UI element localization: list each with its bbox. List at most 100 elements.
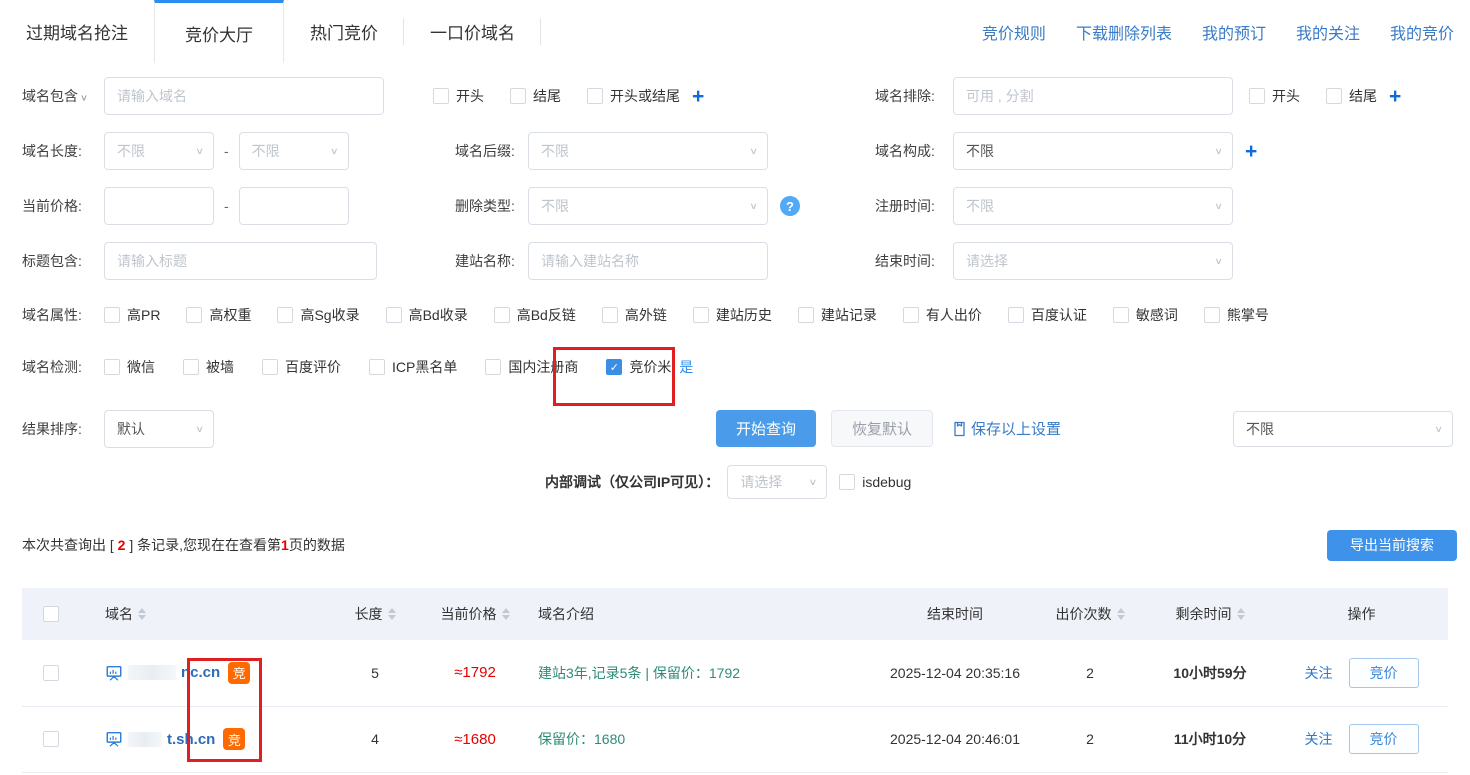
checkbox-contains-start[interactable]: 开头 [433, 86, 484, 106]
select-all-checkbox[interactable] [43, 606, 59, 622]
checkbox[interactable] [485, 359, 501, 375]
checkbox-checked[interactable]: ✓ [606, 359, 622, 375]
delete-type-select[interactable]: 不限∨ [528, 187, 768, 225]
bid-button[interactable]: 竞价 [1349, 658, 1419, 688]
sort-icon[interactable] [1237, 608, 1245, 620]
checkbox[interactable] [186, 307, 202, 323]
checkbox[interactable] [1249, 88, 1265, 104]
checkbox[interactable] [839, 474, 855, 490]
plus-icon[interactable]: + [1389, 86, 1401, 107]
debug-select[interactable]: 请选择∨ [727, 465, 827, 499]
checkbox-attr-site-history[interactable]: 建站历史 [693, 305, 772, 325]
checkbox-exclude-end[interactable]: 结尾 [1326, 86, 1377, 106]
end-time-select[interactable]: 请选择∨ [953, 242, 1233, 280]
length-to-select[interactable]: 不限∨ [239, 132, 349, 170]
checkbox-attr-site-record[interactable]: 建站记录 [798, 305, 877, 325]
price-min-input[interactable] [104, 187, 214, 225]
checkbox-detect-jingjiami[interactable]: ✓ 竞价米: 是 [606, 357, 693, 377]
checkbox-attr-high-weight[interactable]: 高权重 [186, 305, 251, 325]
follow-link[interactable]: 关注 [1305, 663, 1333, 683]
domain-contains-label[interactable]: 域名包含∨ [22, 86, 104, 106]
table-row: nc.cn 竞 5 ≈1792 建站3年,记录5条 | 保留价：1792 202… [22, 640, 1448, 706]
title-contains-input[interactable] [104, 242, 377, 280]
row-checkbox[interactable] [43, 731, 59, 747]
checkbox[interactable] [104, 307, 120, 323]
checkbox[interactable] [386, 307, 402, 323]
delete-type-label: 删除类型: [455, 196, 528, 216]
sort-icon[interactable] [1117, 608, 1125, 620]
link-my-follows[interactable]: 我的关注 [1296, 20, 1360, 44]
checkbox[interactable] [262, 359, 278, 375]
domain-compose-select[interactable]: 不限∨ [953, 132, 1233, 170]
checkbox-attr-baidu-verified[interactable]: 百度认证 [1008, 305, 1087, 325]
save-settings-link[interactable]: 保存以上设置 [952, 418, 1061, 439]
checkbox[interactable] [1113, 307, 1129, 323]
checkbox-detect-blocked[interactable]: 被墙 [183, 357, 234, 377]
domain-link[interactable]: nc.cn [181, 664, 220, 681]
domain-suffix-select[interactable]: 不限∨ [528, 132, 768, 170]
checkbox-attr-high-bd[interactable]: 高Bd收录 [386, 305, 468, 325]
checkbox[interactable] [798, 307, 814, 323]
tab-auction-hall[interactable]: 竞价大厅 [154, 0, 284, 63]
checkbox[interactable] [104, 359, 120, 375]
checkbox[interactable] [183, 359, 199, 375]
checkbox[interactable] [510, 88, 526, 104]
plus-icon[interactable]: + [692, 86, 704, 107]
checkbox-attr-high-extlink[interactable]: 高外链 [602, 305, 667, 325]
tab-hot-auction[interactable]: 热门竞价 [284, 0, 404, 63]
checkbox-attr-high-sg[interactable]: 高Sg收录 [277, 305, 359, 325]
help-icon[interactable]: ? [780, 196, 800, 216]
link-my-reservations[interactable]: 我的预订 [1202, 20, 1266, 44]
bid-button[interactable]: 竞价 [1349, 724, 1419, 754]
price-max-input[interactable] [239, 187, 349, 225]
checkbox[interactable] [1008, 307, 1024, 323]
checkbox[interactable] [369, 359, 385, 375]
checkbox-contains-end[interactable]: 结尾 [510, 86, 561, 106]
domain-length: 5 [330, 640, 420, 706]
domain-link[interactable]: t.sh.cn [167, 731, 215, 748]
link-my-bids[interactable]: 我的竞价 [1390, 20, 1454, 44]
checkbox-attr-high-bd-backlink[interactable]: 高Bd反链 [494, 305, 576, 325]
domain-exclude-input[interactable] [953, 77, 1233, 115]
reset-default-button[interactable]: 恢复默认 [831, 410, 933, 447]
length-from-select[interactable]: 不限∨ [104, 132, 214, 170]
checkbox-detect-cn-registrar[interactable]: 国内注册商 [485, 357, 578, 377]
checkbox[interactable] [587, 88, 603, 104]
checkbox-detect-icp-blacklist[interactable]: ICP黑名单 [369, 357, 457, 377]
sort-icon[interactable] [388, 608, 396, 620]
link-auction-rules[interactable]: 竞价规则 [982, 20, 1046, 44]
checkbox-attr-has-bid[interactable]: 有人出价 [903, 305, 982, 325]
follow-link[interactable]: 关注 [1305, 729, 1333, 749]
register-time-select[interactable]: 不限∨ [953, 187, 1233, 225]
right-filter-select[interactable]: 不限∨ [1233, 411, 1453, 447]
checkbox[interactable] [602, 307, 618, 323]
domain-contains-input[interactable] [104, 77, 384, 115]
result-sort-select[interactable]: 默认∨ [104, 410, 214, 448]
checkbox-contains-both[interactable]: 开头或结尾 [587, 86, 680, 106]
row-checkbox[interactable] [43, 665, 59, 681]
checkbox-detect-baidu-review[interactable]: 百度评价 [262, 357, 341, 377]
export-search-button[interactable]: 导出当前搜索 [1327, 530, 1457, 561]
link-download-delete-list[interactable]: 下载删除列表 [1076, 20, 1172, 44]
tab-fixed-price[interactable]: 一口价域名 [404, 0, 541, 63]
checkbox[interactable] [494, 307, 510, 323]
checkbox[interactable] [1326, 88, 1342, 104]
sort-icon[interactable] [502, 608, 510, 620]
checkbox-isdebug[interactable]: isdebug [839, 474, 911, 490]
checkbox[interactable] [1204, 307, 1220, 323]
register-time-label: 注册时间: [875, 196, 953, 216]
checkbox-attr-high-pr[interactable]: 高PR [104, 305, 160, 325]
checkbox-exclude-start[interactable]: 开头 [1249, 86, 1300, 106]
checkbox-attr-xiongzhang[interactable]: 熊掌号 [1204, 305, 1269, 325]
checkbox-detect-wechat[interactable]: 微信 [104, 357, 155, 377]
start-query-button[interactable]: 开始查询 [716, 410, 816, 447]
tab-expired-domains[interactable]: 过期域名抢注 [0, 0, 154, 63]
sort-icon[interactable] [138, 608, 146, 620]
checkbox[interactable] [693, 307, 709, 323]
checkbox[interactable] [433, 88, 449, 104]
checkbox[interactable] [903, 307, 919, 323]
checkbox[interactable] [277, 307, 293, 323]
checkbox-attr-sensitive[interactable]: 敏感词 [1113, 305, 1178, 325]
site-name-input[interactable] [528, 242, 768, 280]
plus-icon[interactable]: + [1245, 141, 1257, 162]
